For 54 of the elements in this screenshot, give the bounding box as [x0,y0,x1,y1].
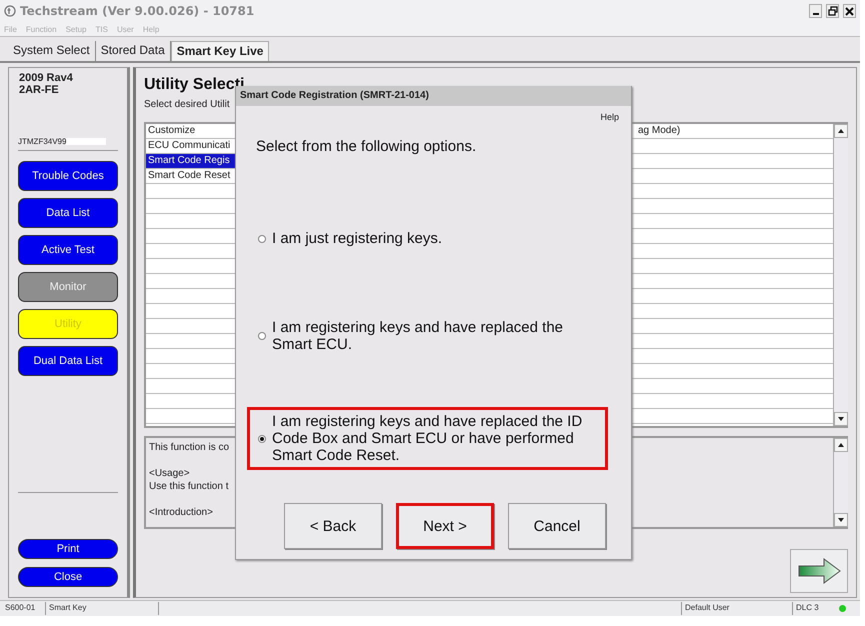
close-icon [845,6,854,16]
scrollbar[interactable] [833,438,848,527]
scroll-down-icon [837,517,845,523]
instruction-text: Select desired Utilit [144,99,231,110]
function-button[interactable]: Dual Data List [18,346,118,376]
footer-button[interactable]: Close [18,567,118,587]
dialog-button[interactable]: < Back [284,503,382,549]
list-cell-text: ag Mode) [637,124,682,138]
tab[interactable]: Smart Key Live [170,41,270,61]
close-button[interactable] [843,4,856,18]
scroll-up-icon [837,128,845,134]
option-label[interactable]: I am registering keys and have replaced the Smart ECU. [272,319,597,353]
vin-mask [66,138,106,145]
vehicle-model: 2009 Rav4 [18,72,73,84]
status-field: Default User [681,602,789,615]
function-button[interactable]: Active Test [18,235,118,265]
app-logo-icon [4,5,16,17]
scroll-down-icon [837,416,845,422]
description-text: <Usage> [149,468,190,481]
radio-button[interactable] [258,234,266,242]
footer-button[interactable]: Print [18,539,118,559]
minimize-icon [812,13,818,15]
prompt-text: Select from the following options. [256,138,478,155]
status-field: Smart Key [45,602,149,615]
restore-icon [828,6,838,16]
radio-button[interactable] [258,332,266,340]
scrollbar[interactable] [833,124,848,426]
function-button[interactable]: Trouble Codes [18,161,118,191]
forward-button[interactable] [790,549,848,593]
description-text: This function is co [149,442,230,455]
dialog-title: Smart Code Registration (SMRT-21-014) [236,86,631,106]
dialog-button[interactable]: Next > [396,503,494,549]
tab[interactable]: System Select [8,41,96,61]
restore-button[interactable] [826,4,839,18]
window-title: Techstream (Ver 9.00.026) - 10781 [20,4,256,18]
list-item[interactable]: Smart Code Reset [146,169,238,183]
scroll-up-icon [837,442,845,448]
list-item[interactable]: Customize [146,124,238,138]
help-menu[interactable]: Help [600,112,619,122]
minimize-button[interactable] [809,4,822,18]
arrow-right-icon [798,558,840,584]
status-field: DLC 3 [792,602,832,615]
status-field: S600-01 [2,602,42,615]
description-text: Use this function t [149,481,228,494]
list-item[interactable]: Smart Code Regis [146,154,238,168]
radio-button[interactable] [258,434,266,442]
vin-text: JTMZF34V99 [18,137,66,146]
engine-code: 2AR-FE [18,84,59,96]
function-button[interactable]: Data List [18,198,118,228]
dialog-button[interactable]: Cancel [508,503,606,549]
option-label[interactable]: I am registering keys and have replaced the ID Code Box and Smart ECU or have performed Smart Code Reset. [272,413,597,464]
list-item[interactable]: ECU Communicati [146,139,238,153]
description-text: <Introduction> [149,507,213,520]
option-label[interactable]: I am just registering keys. [272,230,442,247]
